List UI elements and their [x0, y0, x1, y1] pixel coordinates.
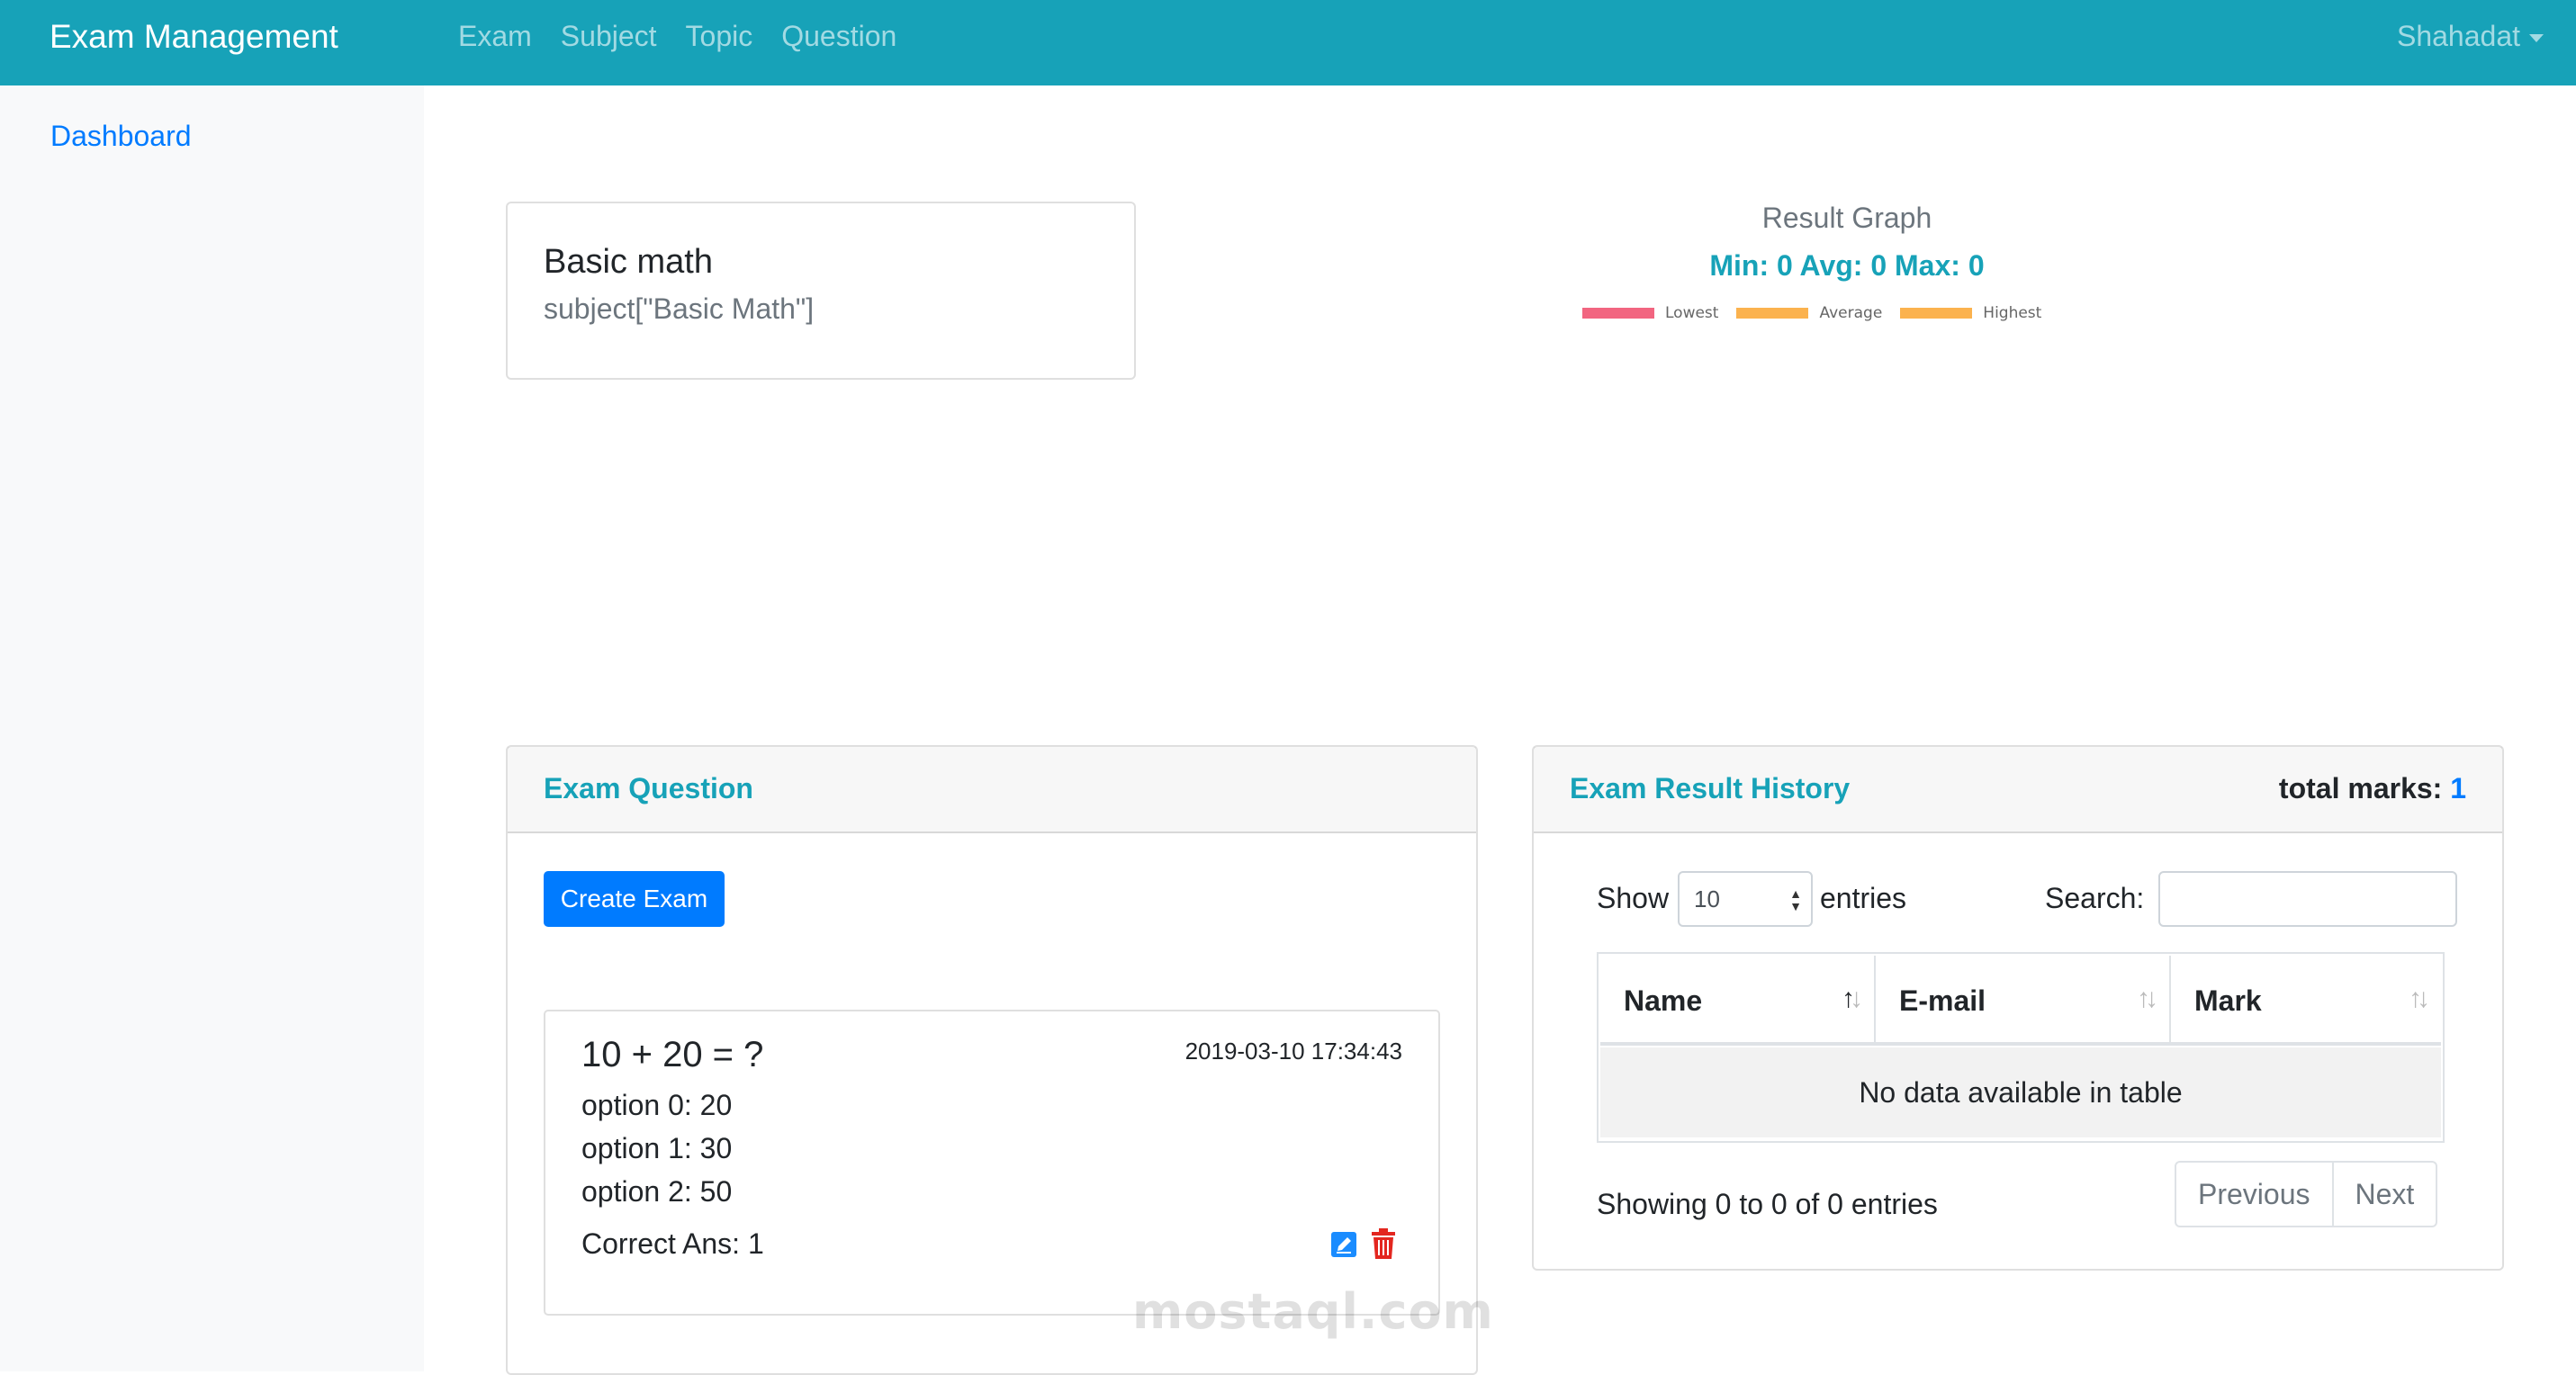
sort-ascending-icon: ↑↓	[1842, 984, 1863, 1013]
nav-link-subject[interactable]: Subject	[561, 18, 657, 54]
question-option-0: option 0: 20	[581, 1089, 733, 1121]
total-marks-value: 1	[2450, 772, 2466, 804]
nav-links: Exam Subject Topic Question	[458, 18, 896, 54]
entries-select[interactable]: 10 ▲ ▼	[1678, 871, 1813, 927]
previous-page-button[interactable]: Previous	[2175, 1161, 2334, 1227]
user-name: Shahadat	[2396, 20, 2520, 52]
search-label: Search:	[2045, 882, 2145, 914]
result-history-header: Exam Result History total marks: 1	[1534, 747, 2502, 833]
nav-link-topic[interactable]: Topic	[686, 18, 753, 54]
subject-subtitle: subject["Basic Math"]	[544, 292, 815, 325]
results-table: Name ↑↓ E-mail ↑↓ Mark ↑↓ No data availa…	[1597, 952, 2445, 1143]
graph-stats: Min: 0 Avg: 0 Max: 0	[1709, 249, 1985, 282]
pagination: Previous Next	[2175, 1161, 2438, 1227]
nav-link-exam[interactable]: Exam	[458, 18, 532, 54]
exam-question-header: Exam Question	[508, 747, 1476, 833]
subject-card: Basic math subject["Basic Math"]	[506, 202, 1136, 380]
exam-question-card: Exam Question Create Exam 10 + 20 = ? 20…	[506, 745, 1478, 1375]
graph-title: Result Graph	[1761, 202, 1932, 234]
question-item: 10 + 20 = ? 2019-03-10 17:34:43 option 0…	[544, 1010, 1440, 1316]
select-arrows-icon: ▲ ▼	[1789, 886, 1802, 913]
next-page-button[interactable]: Next	[2333, 1161, 2438, 1227]
column-header-name-label: Name	[1624, 984, 1703, 1017]
legend-item-lowest[interactable]: Lowest	[1582, 304, 1718, 322]
caret-down-icon	[2529, 33, 2544, 42]
sort-icon: ↑↓	[2409, 984, 2430, 1013]
exam-question-title: Exam Question	[544, 772, 753, 804]
search-input[interactable]	[2158, 871, 2457, 927]
trash-icon[interactable]	[1370, 1227, 1397, 1260]
legend-label-lowest: Lowest	[1665, 304, 1719, 322]
subject-title: Basic math	[544, 243, 713, 281]
column-header-email-label: E-mail	[1899, 984, 1986, 1017]
nav-link-question[interactable]: Question	[781, 18, 896, 54]
legend-label-average: Average	[1819, 304, 1883, 322]
legend-label-highest: Highest	[1983, 304, 2042, 322]
column-header-mark-label: Mark	[2194, 984, 2262, 1017]
legend-swatch-average	[1736, 308, 1809, 319]
create-exam-button[interactable]: Create Exam	[544, 871, 725, 927]
result-history-title: Exam Result History	[1570, 772, 1851, 804]
total-marks: total marks: 1	[2279, 770, 2466, 806]
top-navbar: Exam Management Exam Subject Topic Quest…	[0, 0, 2576, 85]
column-header-email[interactable]: E-mail ↑↓	[1876, 956, 2171, 1046]
question-text: 10 + 20 = ?	[581, 1035, 764, 1074]
column-header-name[interactable]: Name ↑↓	[1600, 956, 1876, 1046]
edit-icon[interactable]	[1330, 1231, 1357, 1258]
empty-table-message: No data available in table	[1600, 1047, 2441, 1137]
sidebar: Dashboard	[0, 85, 424, 1371]
legend-item-highest[interactable]: Highest	[1900, 304, 2041, 322]
entries-label: entries	[1820, 882, 1907, 914]
question-date: 2019-03-10 17:34:43	[1184, 1038, 1402, 1065]
sort-icon: ↑↓	[2137, 984, 2158, 1013]
entries-select-value: 10	[1694, 885, 1720, 912]
column-header-mark[interactable]: Mark ↑↓	[2171, 956, 2441, 1046]
exam-result-history-card: Exam Result History total marks: 1 Show …	[1532, 745, 2504, 1271]
question-correct-answer: Correct Ans: 1	[581, 1227, 764, 1260]
legend-item-average[interactable]: Average	[1736, 304, 1882, 322]
table-info: Showing 0 to 0 of 0 entries	[1597, 1188, 1938, 1220]
watermark: mostaql.com	[1132, 1283, 1494, 1340]
graph-legend: Lowest Average Highest	[1582, 304, 2059, 322]
legend-swatch-lowest	[1582, 308, 1654, 319]
question-option-1: option 1: 30	[581, 1132, 733, 1164]
brand-title[interactable]: Exam Management	[50, 16, 338, 57]
sidebar-item-dashboard[interactable]: Dashboard	[50, 118, 192, 154]
legend-swatch-highest	[1900, 308, 1973, 319]
show-label: Show	[1597, 882, 1670, 914]
total-marks-label: total marks:	[2278, 772, 2443, 804]
user-menu-dropdown[interactable]: Shahadat	[2397, 18, 2544, 54]
question-option-2: option 2: 50	[581, 1175, 733, 1208]
